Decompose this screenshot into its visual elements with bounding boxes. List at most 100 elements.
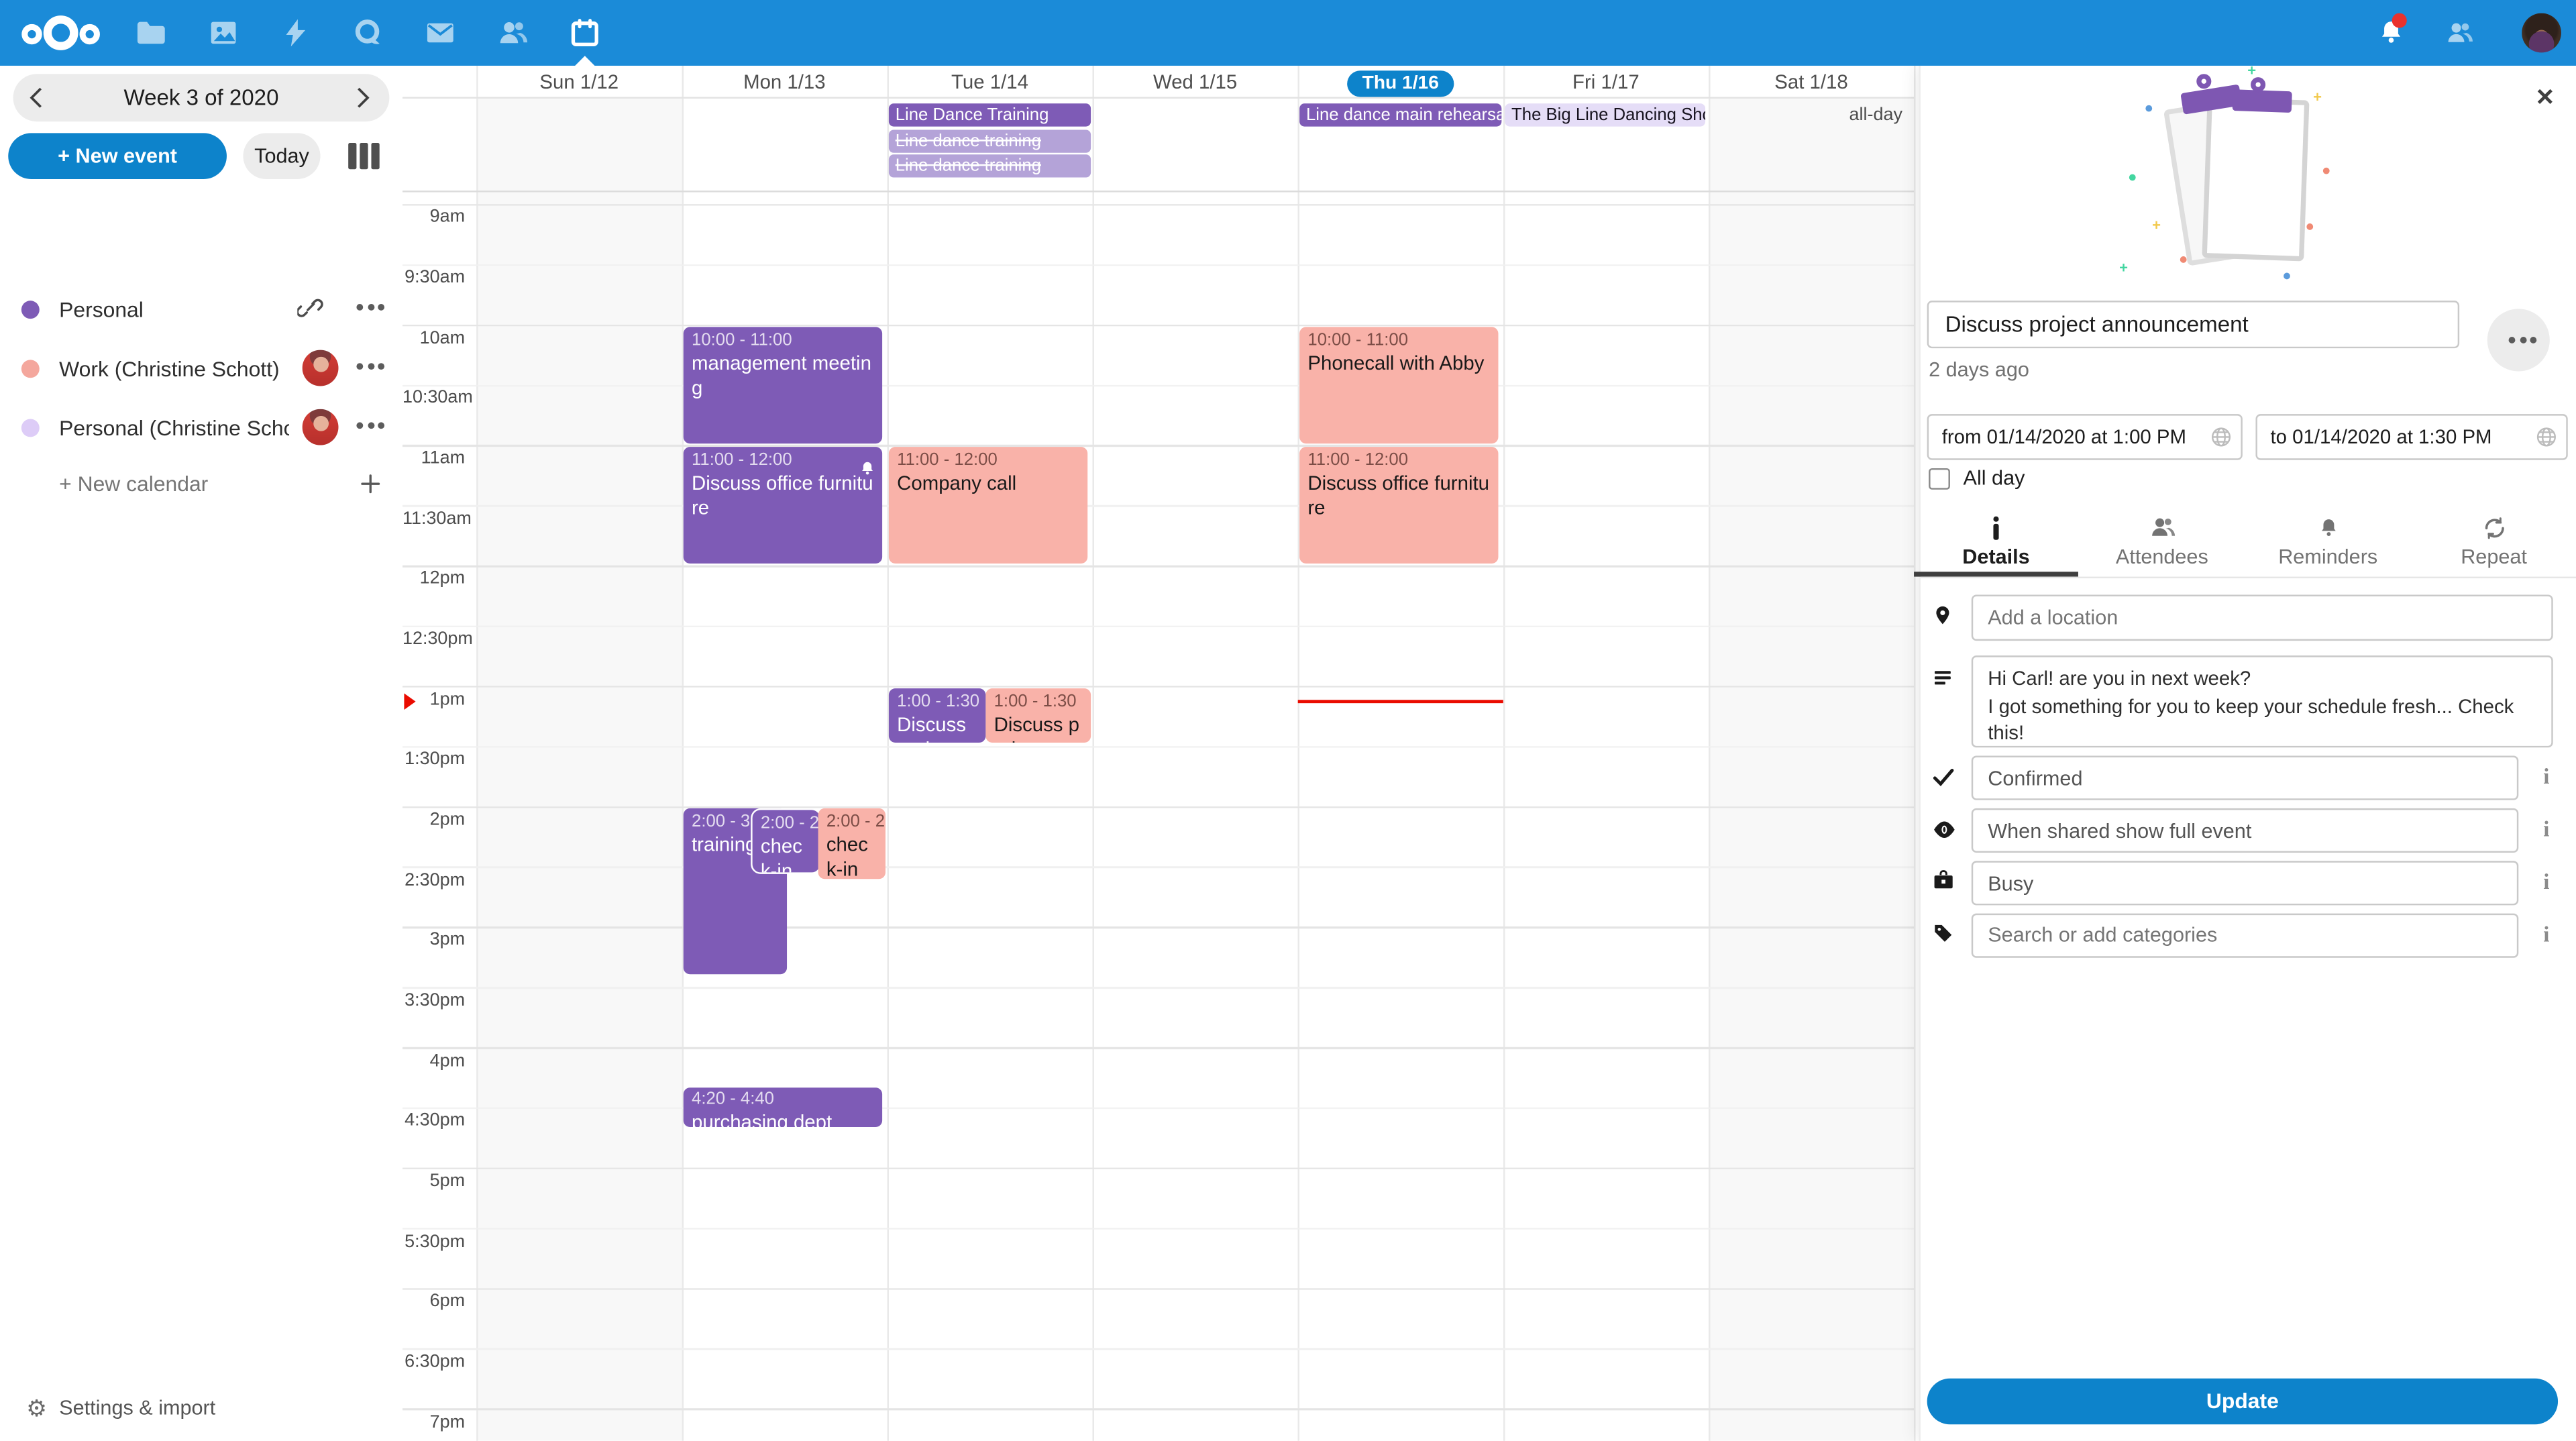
calendar-color-dot bbox=[21, 301, 40, 319]
calendar-week-view: Sun 1/12 Mon 1/13 Tue 1/14 Wed 1/15 Thu … bbox=[402, 66, 1919, 1441]
talk-icon[interactable] bbox=[352, 16, 384, 49]
event-time: 10:00 - 11:00 bbox=[692, 329, 874, 351]
confetti-dot bbox=[2145, 105, 2152, 112]
activity-icon[interactable] bbox=[279, 16, 312, 49]
event-company-call[interactable]: 11:00 - 12:00 Company call bbox=[889, 447, 1087, 564]
event-management-meeting[interactable]: 10:00 - 11:00 management meeting bbox=[684, 326, 882, 443]
calendar-menu-icon[interactable] bbox=[356, 363, 384, 370]
sidebar: Week 3 of 2020 + New event Today Persona… bbox=[0, 66, 402, 1441]
today-button[interactable]: Today bbox=[243, 133, 320, 179]
time-label: 2pm bbox=[402, 810, 465, 829]
photos-icon[interactable] bbox=[207, 16, 240, 49]
event-purchasing-dept[interactable]: 4:20 - 4:40 purchasing dept bbox=[684, 1088, 882, 1128]
time-label: 6:30pm bbox=[402, 1352, 465, 1372]
confetti-dot bbox=[2284, 273, 2290, 280]
contacts-icon[interactable] bbox=[496, 16, 529, 49]
attendees-icon bbox=[2080, 516, 2244, 541]
notifications-bell-icon[interactable] bbox=[2377, 18, 2406, 54]
day-header[interactable]: Sun 1/12 bbox=[476, 66, 682, 99]
status-info-icon[interactable]: i bbox=[2535, 764, 2558, 790]
visibility-info-icon[interactable]: i bbox=[2535, 816, 2558, 843]
calendar-menu-icon[interactable] bbox=[356, 304, 384, 311]
event-title: check-in bbox=[826, 833, 877, 878]
all-day-row[interactable]: all-day Line Dance Training Line dance t… bbox=[402, 100, 1914, 192]
description-input[interactable]: Hi Carl! are you in next week? I got som… bbox=[1972, 655, 2553, 747]
calendar-list-item-work[interactable]: Work (Christine Schott) bbox=[0, 343, 402, 392]
time-label: 7pm bbox=[402, 1412, 465, 1432]
event-discuss-office-furniture[interactable]: 11:00 - 12:00 Discuss office furniture bbox=[684, 447, 882, 564]
info-icon bbox=[1914, 516, 2078, 541]
event-discuss-project-announcement[interactable]: 1:00 - 1:30 Discuss project announcement bbox=[889, 688, 985, 742]
calendar-list-item-personal-shared[interactable]: Personal (Christine Scho…) bbox=[0, 403, 402, 451]
event-discuss-office-furniture-thu[interactable]: 11:00 - 12:00 Discuss office furniture bbox=[1299, 447, 1498, 564]
all-day-event[interactable]: Line Dance Training bbox=[889, 103, 1091, 126]
timezone-globe-icon[interactable] bbox=[2210, 425, 2233, 457]
confetti-dot bbox=[2129, 174, 2136, 181]
day-header[interactable]: Sat 1/18 bbox=[1709, 66, 1914, 99]
categories-info-icon[interactable]: i bbox=[2535, 922, 2558, 948]
close-icon[interactable]: ✕ bbox=[2535, 84, 2555, 112]
event-discuss-project[interactable]: 1:00 - 1:30 Discuss project bbox=[985, 688, 1091, 742]
gear-icon: ⚙ bbox=[26, 1395, 47, 1422]
all-day-event-declined[interactable]: Line dance training bbox=[889, 154, 1091, 177]
all-day-event[interactable]: Line dance main rehearsal bbox=[1299, 103, 1501, 126]
event-title-input[interactable] bbox=[1927, 301, 2459, 348]
contacts-menu-icon[interactable] bbox=[2445, 18, 2474, 56]
nextcloud-logo-icon[interactable] bbox=[18, 13, 103, 61]
tab-repeat[interactable]: Repeat bbox=[2412, 513, 2576, 577]
day-header[interactable]: Wed 1/15 bbox=[1093, 66, 1298, 99]
tab-details[interactable]: Details bbox=[1914, 513, 2078, 577]
files-icon[interactable] bbox=[135, 16, 168, 49]
new-calendar-button[interactable]: + New calendar bbox=[0, 464, 402, 506]
start-datetime-input[interactable] bbox=[1927, 414, 2243, 460]
update-button[interactable]: Update bbox=[1927, 1379, 2558, 1425]
week-navigation: Week 3 of 2020 bbox=[13, 74, 390, 121]
tab-label: Repeat bbox=[2412, 545, 2576, 568]
illustration-clip bbox=[2233, 89, 2292, 113]
tab-label: Details bbox=[1914, 545, 2078, 568]
all-day-event[interactable]: The Big Line Dancing Show bbox=[1505, 103, 1705, 126]
new-event-button[interactable]: + New event bbox=[8, 133, 227, 179]
confetti-dot bbox=[2323, 168, 2330, 174]
plus-icon bbox=[358, 472, 383, 504]
share-link-icon[interactable] bbox=[297, 294, 323, 328]
calendar-color-dot bbox=[21, 419, 40, 437]
event-check-in[interactable]: 2:00 - 2:30 check-in bbox=[751, 808, 821, 873]
status-select[interactable]: Confirmed bbox=[1972, 756, 2519, 800]
visibility-select[interactable]: When shared show full event bbox=[1972, 808, 2519, 853]
previous-week-button[interactable] bbox=[13, 74, 62, 121]
day-header[interactable]: Mon 1/13 bbox=[682, 66, 887, 99]
tab-attendees[interactable]: Attendees bbox=[2080, 513, 2244, 577]
location-input[interactable] bbox=[1972, 595, 2553, 641]
day-header-today[interactable]: Thu 1/16 bbox=[1298, 66, 1503, 99]
more-actions-button[interactable] bbox=[2487, 309, 2550, 371]
settings-and-import[interactable]: ⚙ Settings & import bbox=[0, 1392, 402, 1428]
calendar-icon[interactable] bbox=[568, 16, 601, 49]
calendar-list-item-personal[interactable]: Personal bbox=[0, 284, 402, 333]
time-label: 3:30pm bbox=[402, 991, 465, 1010]
confetti-plus: + bbox=[2152, 217, 2161, 233]
next-week-button[interactable] bbox=[340, 74, 389, 121]
time-grid[interactable]: 9am 9:30am 10am 10:30am 11am 11:30am 12p… bbox=[402, 194, 1914, 1441]
event-check-in[interactable]: 2:00 - 2:30 check-in bbox=[818, 808, 885, 878]
time-label: 11am bbox=[402, 449, 465, 468]
event-time: 11:00 - 12:00 bbox=[1307, 450, 1490, 472]
mail-icon[interactable] bbox=[424, 16, 457, 49]
current-time-line bbox=[1298, 700, 1503, 703]
availability-select[interactable]: Busy bbox=[1972, 861, 2519, 905]
day-header[interactable]: Tue 1/14 bbox=[887, 66, 1092, 99]
categories-input[interactable] bbox=[1972, 914, 2519, 958]
all-day-event-declined[interactable]: Line dance training bbox=[889, 129, 1091, 152]
availability-info-icon[interactable]: i bbox=[2535, 869, 2558, 896]
end-datetime-input[interactable] bbox=[2255, 414, 2567, 460]
day-header[interactable]: Fri 1/17 bbox=[1503, 66, 1709, 99]
tab-reminders[interactable]: Reminders bbox=[2246, 513, 2410, 577]
event-title: Discuss project announcement bbox=[897, 712, 977, 742]
calendar-menu-icon[interactable] bbox=[356, 422, 384, 429]
week-view-toggle-icon[interactable] bbox=[348, 143, 378, 169]
event-editor-panel: ✕ + + + + 2 days ago bbox=[1919, 66, 2576, 1441]
user-avatar[interactable] bbox=[2522, 13, 2561, 53]
timezone-globe-icon[interactable] bbox=[2535, 425, 2558, 457]
event-phonecall-with-abby[interactable]: 10:00 - 11:00 Phonecall with Abby bbox=[1299, 326, 1498, 443]
all-day-checkbox[interactable] bbox=[1929, 468, 1950, 490]
